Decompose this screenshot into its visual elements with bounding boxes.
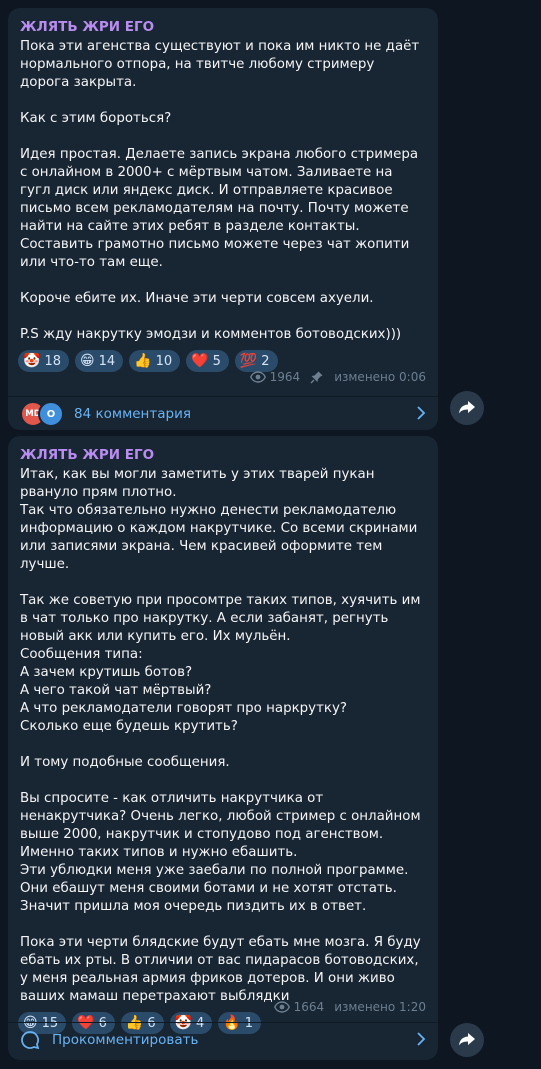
heart-icon: ❤️ [191, 353, 209, 369]
reactions-bar: 🤡 18 😁 14 👍 10 ❤️ 5 💯 2 [8, 344, 438, 372]
grin-icon: 😁 [79, 353, 95, 369]
reaction-count: 18 [44, 353, 61, 369]
view-count: 1664 [293, 1000, 325, 1014]
pin-icon [310, 370, 324, 384]
post-author[interactable]: ЖЛЯТЬ ЖРИ ЕГО [8, 436, 438, 464]
reaction-heart[interactable]: ❤️ 5 [186, 350, 229, 372]
comment-label: Прокомментировать [52, 1032, 199, 1048]
channel-post: ЖЛЯТЬ ЖРИ ЕГО Итак, как вы могли заметит… [8, 436, 438, 1060]
reaction-thumbs-up[interactable]: 👍 10 [129, 350, 181, 372]
post-meta: 1664 изменено 1:20 [273, 1000, 426, 1014]
edited-label: изменено 1:20 [334, 1000, 426, 1014]
channel-post: ЖЛЯТЬ ЖРИ ЕГО Пока эти агенства существу… [8, 8, 438, 430]
clown-icon: 🤡 [23, 353, 41, 369]
post-text: Итак, как вы могли заметить у этих тваре… [20, 467, 421, 1004]
share-arrow-icon [458, 1031, 476, 1050]
reaction-count: 2 [261, 353, 270, 369]
post-meta: 1964 изменено 0:06 [249, 370, 426, 384]
chevron-right-icon [416, 405, 426, 424]
comments-label: 84 комментария [74, 406, 191, 422]
reaction-hundred[interactable]: 💯 2 [234, 350, 278, 372]
post-author[interactable]: ЖЛЯТЬ ЖРИ ЕГО [8, 8, 438, 36]
share-button[interactable] [450, 1023, 484, 1057]
comment-button[interactable]: Прокомментировать [8, 1023, 438, 1057]
share-arrow-icon [458, 399, 476, 418]
thumbs-up-icon: 👍 [134, 353, 152, 369]
share-button[interactable] [450, 391, 484, 425]
reaction-grin[interactable]: 😁 14 [74, 350, 124, 372]
post-text: Пока эти агенства существуют и пока им н… [20, 39, 420, 342]
reaction-count: 5 [212, 353, 221, 369]
commenter-avatars: MD O [20, 401, 64, 427]
avatar: O [38, 401, 64, 427]
edited-label: изменено 0:06 [334, 370, 426, 384]
view-count: 1964 [269, 370, 301, 384]
comments-button[interactable]: MD O 84 комментария [8, 397, 438, 431]
hundred-icon: 💯 [239, 353, 258, 369]
chevron-right-icon [416, 1031, 426, 1050]
reaction-count: 10 [155, 353, 173, 369]
reaction-count: 14 [98, 353, 116, 369]
reaction-clown[interactable]: 🤡 18 [18, 350, 69, 372]
eye-icon [249, 371, 266, 383]
eye-icon [273, 1001, 290, 1013]
comment-bubble-icon [20, 1030, 40, 1050]
